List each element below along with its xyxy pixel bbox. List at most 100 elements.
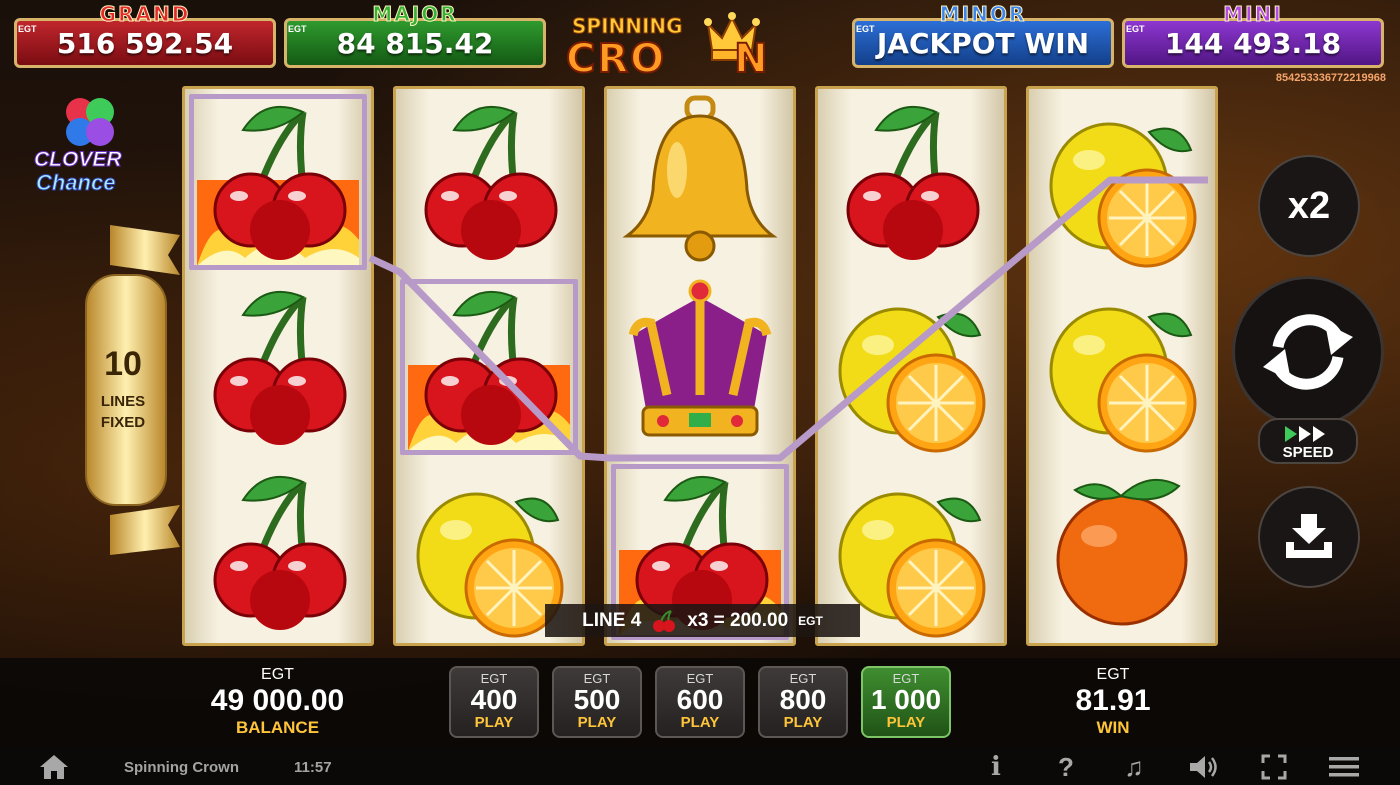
jackpot-minor-title: MINOR [939, 2, 1027, 26]
reel-5-row-3-orange [1029, 460, 1215, 643]
reel-3-row-2-crown [607, 275, 793, 459]
bet-value: 400 [470, 684, 518, 715]
balance-label: BALANCE [235, 718, 320, 737]
jackpot-mini-title: MINI [1223, 2, 1283, 26]
reel-5-row-1-lemon [1029, 90, 1215, 274]
lemon-icon [1049, 307, 1197, 453]
clover-chance-badge[interactable]: CLOVER Chance [30, 92, 150, 202]
win-currency: EGT [1096, 666, 1130, 683]
bet-value: 1 000 [870, 684, 942, 715]
win-line-number: LINE 4 [582, 609, 642, 631]
win-line-multiplier: x3 = 200.00 [687, 609, 789, 631]
bet-button-3[interactable]: EGT 600 PLAY [655, 666, 745, 738]
reel-4-row-1-cherry [818, 90, 1004, 274]
lines-count: 10 [104, 345, 142, 383]
fixed-label: FIXED [100, 414, 146, 431]
reel-1-row-1-cherry-fire [185, 90, 371, 274]
bell-icon [622, 95, 778, 262]
jackpot-mini: 144 493.18 MINI EGT [1122, 4, 1384, 68]
menu-icon[interactable] [1328, 752, 1360, 782]
reel-4-row-2-lemon [818, 275, 1004, 459]
reel-1 [182, 86, 374, 646]
bet-label: PLAY [680, 714, 720, 731]
balance-display: EGT 49 000.00 BALANCE [195, 666, 360, 738]
info-icon[interactable]: i [980, 752, 1012, 782]
bet-button-5[interactable]: EGT 1 000 PLAY [861, 666, 951, 738]
reel-3 [604, 86, 796, 646]
win-label: WIN [1096, 718, 1130, 737]
logo-spinning: SPINNING [572, 14, 684, 39]
help-icon[interactable]: ? [1050, 752, 1082, 782]
reel-1-row-2-cherry [185, 275, 371, 459]
collect-button[interactable] [1258, 486, 1360, 588]
speed-button[interactable]: SPEED [1258, 418, 1358, 464]
bet-button-1[interactable]: EGT 400 PLAY [449, 666, 539, 738]
win-display: EGT 81.91 WIN [1040, 666, 1186, 738]
spin-arrows-icon [1263, 314, 1353, 390]
line-win-label: LINE 4 x3 = 200.00 EGT [545, 604, 860, 637]
fast-forward-icon [1285, 426, 1325, 442]
lines-fixed-banner: 10 LINES FIXED [80, 225, 184, 555]
clover-icon [66, 98, 114, 146]
serial-number: 854253336772219968 [1275, 72, 1386, 84]
cherry-icon [424, 105, 558, 260]
jackpot-minor: JACKPOT WIN MINOR EGT [852, 4, 1114, 68]
game-logo: SPINNING CRO N [562, 8, 838, 83]
cherry-icon [846, 105, 980, 260]
bet-label: PLAY [577, 714, 617, 731]
jackpot-minor-currency: EGT [856, 24, 875, 34]
logo-crown-part1: CRO [565, 35, 667, 83]
jackpot-mini-currency: EGT [1126, 24, 1145, 34]
crown-icon [628, 279, 772, 437]
speed-label: SPEED [1282, 444, 1334, 461]
orange-icon [1056, 479, 1188, 626]
reel-4 [815, 86, 1007, 646]
win-value: 81.91 [1075, 684, 1151, 717]
clover-subtitle: Chance [35, 170, 116, 196]
reel-2 [393, 86, 585, 646]
bet-button-4[interactable]: EGT 800 PLAY [758, 666, 848, 738]
clock: 11:57 [294, 759, 332, 776]
reel-2-row-2-cherry-fire [396, 275, 582, 459]
clover-title: CLOVER [34, 148, 123, 172]
lines-label: LINES [100, 393, 146, 410]
scroll-banner-icon [85, 225, 180, 555]
balance-currency: EGT [261, 666, 294, 683]
bet-value: 600 [676, 684, 724, 715]
jackpot-grand: 516 592.54 GRAND EGT [14, 4, 276, 68]
download-tray-icon [1286, 514, 1332, 558]
cherry-fire-icon [408, 290, 570, 451]
reel-5 [1026, 86, 1218, 646]
jackpot-major: 84 815.42 MAJOR EGT [284, 4, 546, 68]
cherry-icon [653, 609, 676, 632]
reel-1-row-3-cherry [185, 460, 371, 643]
reel-3-row-1-bell [607, 90, 793, 274]
bet-label: PLAY [783, 714, 823, 731]
x2-button[interactable]: x2 [1258, 155, 1360, 257]
home-icon[interactable] [38, 752, 70, 782]
x2-label: x2 [1287, 184, 1331, 227]
game-stage: 516 592.54 GRAND EGT 84 815.42 MAJOR EGT… [0, 0, 1400, 785]
music-icon[interactable]: ♫ [1118, 752, 1150, 782]
cherry-icon [213, 290, 347, 445]
bet-button-2[interactable]: EGT 500 PLAY [552, 666, 642, 738]
volume-icon[interactable] [1188, 752, 1220, 782]
spin-button[interactable] [1232, 276, 1384, 428]
lemon-icon [1049, 122, 1197, 268]
logo-crown-part2: N [733, 35, 770, 83]
cherry-icon [213, 475, 347, 630]
logo-crown: CRO N [565, 35, 770, 83]
game-name: Spinning Crown [124, 759, 239, 776]
lemon-icon [838, 307, 986, 453]
lines-text: LINES FIXED [88, 391, 158, 433]
jackpot-grand-title: GRAND [99, 2, 191, 26]
reel-2-row-1-cherry [396, 90, 582, 274]
jackpot-major-title: MAJOR [372, 2, 458, 26]
reel-5-row-2-lemon [1029, 275, 1215, 459]
cherry-fire-icon [197, 105, 359, 266]
jackpot-grand-currency: EGT [18, 24, 37, 34]
fullscreen-icon[interactable] [1258, 752, 1290, 782]
bet-label: PLAY [886, 714, 926, 731]
bet-value: 800 [779, 684, 827, 715]
jackpot-major-currency: EGT [288, 24, 307, 34]
